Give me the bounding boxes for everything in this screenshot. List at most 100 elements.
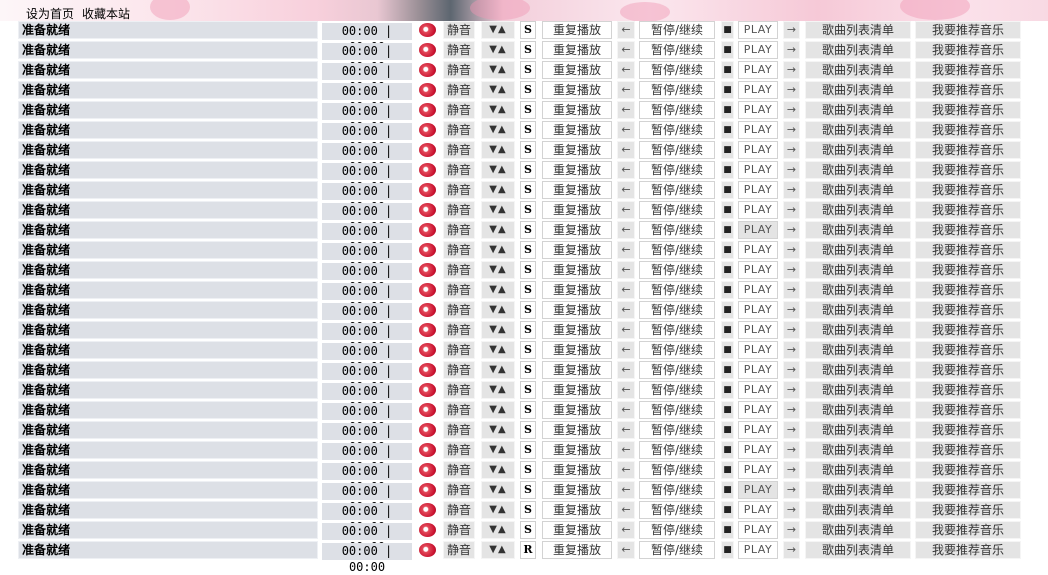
play-button[interactable]: PLAY — [738, 121, 778, 139]
pause-resume-button[interactable]: 暂停/继续 — [639, 461, 715, 479]
stop-button[interactable]: ■ — [721, 321, 734, 339]
pause-resume-button[interactable]: 暂停/继续 — [639, 361, 715, 379]
song-list-button[interactable]: 歌曲列表清单 — [805, 421, 911, 439]
previous-button[interactable]: ← — [617, 501, 635, 519]
recommend-music-button[interactable]: 我要推荐音乐 — [915, 141, 1021, 159]
pause-resume-button[interactable]: 暂停/继续 — [639, 181, 715, 199]
previous-button[interactable]: ← — [617, 341, 635, 359]
repeat-button[interactable]: 重复播放 — [542, 441, 612, 459]
song-list-button[interactable]: 歌曲列表清单 — [805, 201, 911, 219]
repeat-button[interactable]: 重复播放 — [542, 341, 612, 359]
play-mode-button[interactable]: S — [520, 381, 536, 399]
repeat-button[interactable]: 重复播放 — [542, 381, 612, 399]
pause-resume-button[interactable]: 暂停/继续 — [639, 221, 715, 239]
play-button[interactable]: PLAY — [738, 181, 778, 199]
previous-button[interactable]: ← — [617, 181, 635, 199]
pause-resume-button[interactable]: 暂停/继续 — [639, 281, 715, 299]
previous-button[interactable]: ← — [617, 61, 635, 79]
stop-button[interactable]: ■ — [721, 41, 734, 59]
recommend-music-button[interactable]: 我要推荐音乐 — [915, 241, 1021, 259]
next-button[interactable]: → — [783, 61, 800, 79]
repeat-button[interactable]: 重复播放 — [542, 61, 612, 79]
stop-button[interactable]: ■ — [721, 361, 734, 379]
volume-buttons[interactable]: ▼▲ — [481, 261, 515, 279]
pause-resume-button[interactable]: 暂停/继续 — [639, 301, 715, 319]
mute-button[interactable]: 静音 — [443, 41, 475, 59]
play-button[interactable]: PLAY — [738, 161, 778, 179]
recommend-music-button[interactable]: 我要推荐音乐 — [915, 321, 1021, 339]
recommend-music-button[interactable]: 我要推荐音乐 — [915, 421, 1021, 439]
volume-buttons[interactable]: ▼▲ — [481, 521, 515, 539]
volume-buttons[interactable]: ▼▲ — [481, 21, 515, 39]
recommend-music-button[interactable]: 我要推荐音乐 — [915, 481, 1021, 499]
repeat-button[interactable]: 重复播放 — [542, 541, 612, 559]
volume-buttons[interactable]: ▼▲ — [481, 141, 515, 159]
mute-button[interactable]: 静音 — [443, 81, 475, 99]
recommend-music-button[interactable]: 我要推荐音乐 — [915, 361, 1021, 379]
next-button[interactable]: → — [783, 381, 800, 399]
volume-buttons[interactable]: ▼▲ — [481, 81, 515, 99]
play-mode-button[interactable]: S — [520, 341, 536, 359]
mute-button[interactable]: 静音 — [443, 441, 475, 459]
repeat-button[interactable]: 重复播放 — [542, 241, 612, 259]
play-mode-button[interactable]: S — [520, 481, 536, 499]
recommend-music-button[interactable]: 我要推荐音乐 — [915, 441, 1021, 459]
song-list-button[interactable]: 歌曲列表清单 — [805, 321, 911, 339]
recommend-music-button[interactable]: 我要推荐音乐 — [915, 181, 1021, 199]
previous-button[interactable]: ← — [617, 161, 635, 179]
mute-button[interactable]: 静音 — [443, 361, 475, 379]
previous-button[interactable]: ← — [617, 141, 635, 159]
play-button[interactable]: PLAY — [738, 361, 778, 379]
recommend-music-button[interactable]: 我要推荐音乐 — [915, 61, 1021, 79]
previous-button[interactable]: ← — [617, 201, 635, 219]
repeat-button[interactable]: 重复播放 — [542, 221, 612, 239]
play-button[interactable]: PLAY — [738, 541, 778, 559]
pause-resume-button[interactable]: 暂停/继续 — [639, 81, 715, 99]
pause-resume-button[interactable]: 暂停/继续 — [639, 21, 715, 39]
play-button[interactable]: PLAY — [738, 281, 778, 299]
stop-button[interactable]: ■ — [721, 161, 734, 179]
song-list-button[interactable]: 歌曲列表清单 — [805, 441, 911, 459]
stop-button[interactable]: ■ — [721, 201, 734, 219]
stop-button[interactable]: ■ — [721, 241, 734, 259]
next-button[interactable]: → — [783, 121, 800, 139]
mute-button[interactable]: 静音 — [443, 301, 475, 319]
recommend-music-button[interactable]: 我要推荐音乐 — [915, 121, 1021, 139]
pause-resume-button[interactable]: 暂停/继续 — [639, 421, 715, 439]
pause-resume-button[interactable]: 暂停/继续 — [639, 201, 715, 219]
song-list-button[interactable]: 歌曲列表清单 — [805, 361, 911, 379]
volume-buttons[interactable]: ▼▲ — [481, 441, 515, 459]
volume-buttons[interactable]: ▼▲ — [481, 101, 515, 119]
repeat-button[interactable]: 重复播放 — [542, 281, 612, 299]
stop-button[interactable]: ■ — [721, 421, 734, 439]
song-list-button[interactable]: 歌曲列表清单 — [805, 41, 911, 59]
stop-button[interactable]: ■ — [721, 181, 734, 199]
next-button[interactable]: → — [783, 101, 800, 119]
stop-button[interactable]: ■ — [721, 121, 734, 139]
play-button[interactable]: PLAY — [738, 501, 778, 519]
play-button[interactable]: PLAY — [738, 201, 778, 219]
mute-button[interactable]: 静音 — [443, 541, 475, 559]
mute-button[interactable]: 静音 — [443, 481, 475, 499]
next-button[interactable]: → — [783, 161, 800, 179]
song-list-button[interactable]: 歌曲列表清单 — [805, 481, 911, 499]
recommend-music-button[interactable]: 我要推荐音乐 — [915, 21, 1021, 39]
mute-button[interactable]: 静音 — [443, 141, 475, 159]
mute-button[interactable]: 静音 — [443, 201, 475, 219]
previous-button[interactable]: ← — [617, 281, 635, 299]
previous-button[interactable]: ← — [617, 261, 635, 279]
mute-button[interactable]: 静音 — [443, 421, 475, 439]
next-button[interactable]: → — [783, 401, 800, 419]
mute-button[interactable]: 静音 — [443, 381, 475, 399]
pause-resume-button[interactable]: 暂停/继续 — [639, 381, 715, 399]
pause-resume-button[interactable]: 暂停/继续 — [639, 261, 715, 279]
play-mode-button[interactable]: S — [520, 241, 536, 259]
previous-button[interactable]: ← — [617, 321, 635, 339]
recommend-music-button[interactable]: 我要推荐音乐 — [915, 101, 1021, 119]
play-mode-button[interactable]: S — [520, 521, 536, 539]
song-list-button[interactable]: 歌曲列表清单 — [805, 241, 911, 259]
volume-buttons[interactable]: ▼▲ — [481, 381, 515, 399]
song-list-button[interactable]: 歌曲列表清单 — [805, 161, 911, 179]
play-mode-button[interactable]: S — [520, 321, 536, 339]
next-button[interactable]: → — [783, 241, 800, 259]
